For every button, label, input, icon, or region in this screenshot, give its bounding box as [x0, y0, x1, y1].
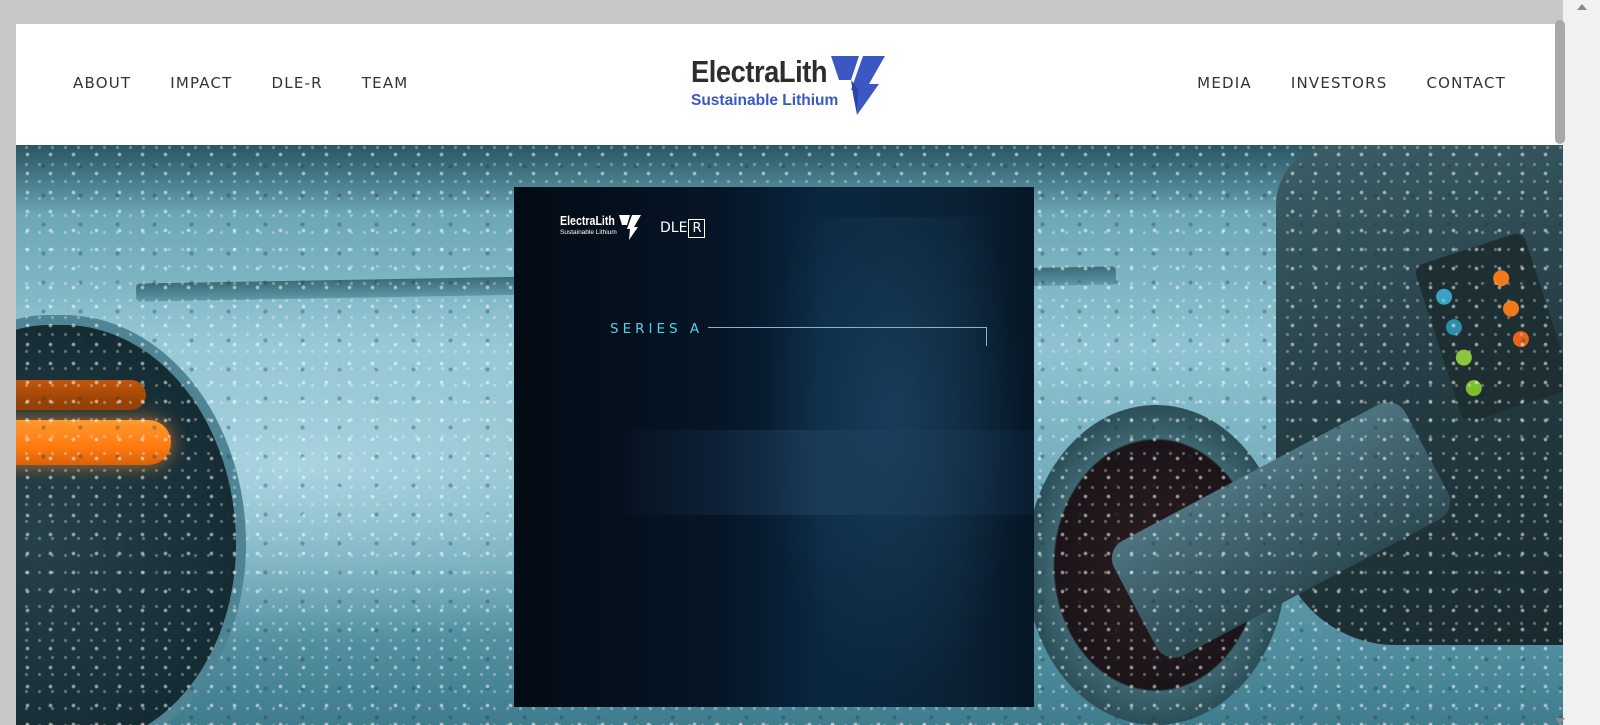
nav-media[interactable]: MEDIA: [1197, 74, 1252, 92]
site-header: ABOUT IMPACT DLE-R TEAM ElectraLith Sust…: [16, 24, 1563, 145]
logo-name: ElectraLith: [691, 54, 828, 89]
scrollbar-track[interactable]: [1563, 0, 1600, 725]
series-a-heading: SERIES A: [610, 321, 704, 337]
card-logo-name: ElectraLith: [560, 214, 615, 228]
page: ABOUT IMPACT DLE-R TEAM ElectraLith Sust…: [16, 24, 1563, 725]
scrollbar-thumb[interactable]: [1555, 20, 1565, 144]
scroll-up-arrow-icon[interactable]: [1577, 4, 1587, 10]
logo-tagline: Sustainable Lithium: [691, 92, 839, 109]
card-logo-tagline: Sustainable Lithium: [560, 229, 617, 236]
series-a-card: ElectraLith Sustainable Lithium DLE R SE…: [514, 187, 1034, 707]
scroll-down-arrow-icon[interactable]: [1555, 718, 1565, 724]
card-electralith-logo: ElectraLith Sustainable Lithium: [560, 214, 642, 242]
series-a-divider: [708, 327, 987, 346]
nav-left: ABOUT IMPACT DLE-R TEAM: [73, 74, 447, 92]
dle-r-prefix: DLE: [660, 220, 688, 236]
nav-investors[interactable]: INVESTORS: [1291, 74, 1388, 92]
nav-about[interactable]: ABOUT: [73, 74, 131, 92]
nav-dle-r[interactable]: DLE-R: [272, 74, 323, 92]
lightning-bolt-icon: [831, 56, 885, 115]
nav-contact[interactable]: CONTACT: [1426, 74, 1506, 92]
site-logo[interactable]: ElectraLith Sustainable Lithium: [691, 54, 901, 118]
dle-r-logo: DLE R: [660, 218, 706, 238]
nav-team[interactable]: TEAM: [362, 74, 409, 92]
card-background-band: [614, 430, 1034, 515]
card-logos: ElectraLith Sustainable Lithium DLE R: [560, 214, 706, 242]
dle-r-boxed-letter: R: [688, 218, 706, 238]
lightning-bolt-icon: [619, 215, 641, 240]
hero-section: ElectraLith Sustainable Lithium DLE R SE…: [16, 145, 1563, 725]
nav-right: MEDIA INVESTORS CONTACT: [1158, 74, 1506, 92]
nav-impact[interactable]: IMPACT: [170, 74, 232, 92]
